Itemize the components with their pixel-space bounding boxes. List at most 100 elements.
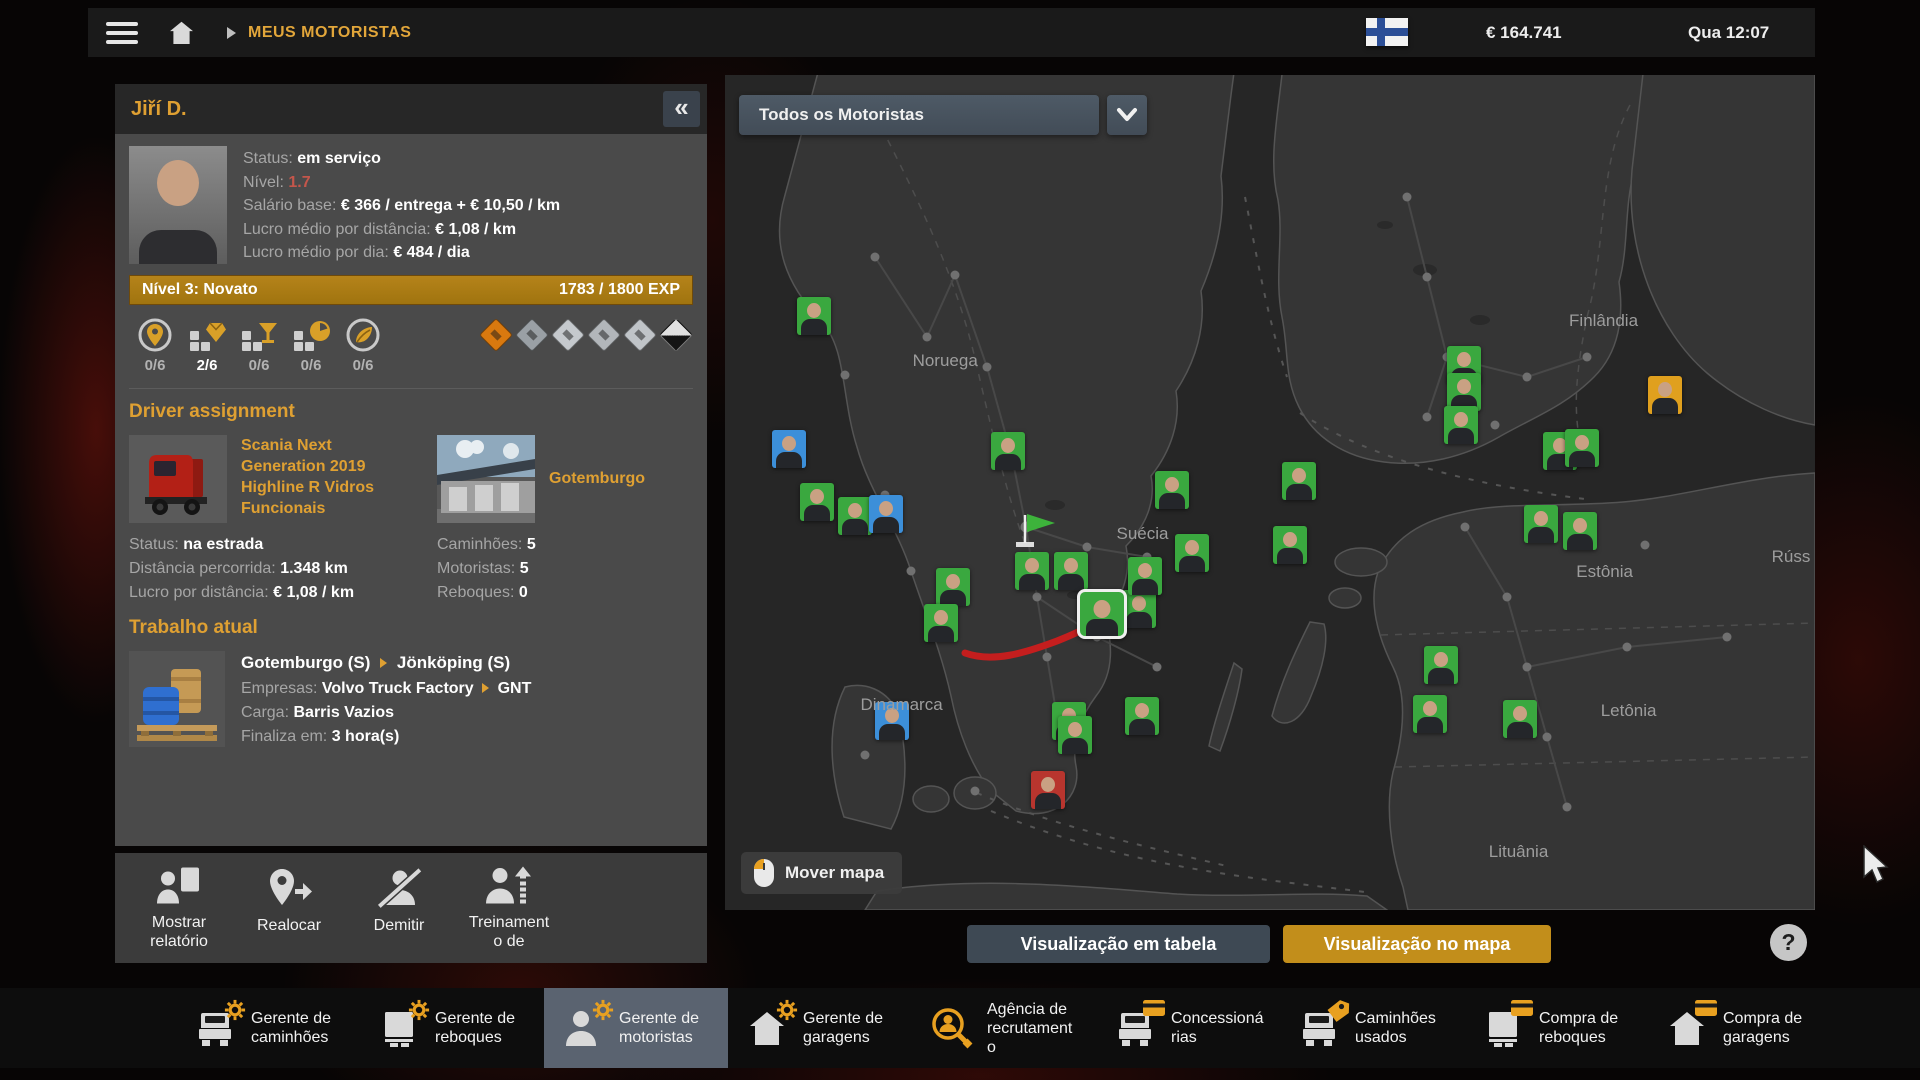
nav-recruitment-agency[interactable]: Agência de recrutamento xyxy=(912,988,1096,1068)
urgent-delivery-icon xyxy=(291,315,331,355)
driver-marker-green[interactable] xyxy=(991,432,1025,470)
divider xyxy=(129,388,693,389)
dismiss-button[interactable]: Demitir xyxy=(349,865,449,951)
driver-marker-green[interactable] xyxy=(838,497,872,535)
driver-marker-green[interactable] xyxy=(924,604,958,642)
recruitment-search-icon xyxy=(927,1004,975,1052)
nav-used-trucks[interactable]: Caminhões usados xyxy=(1280,988,1464,1068)
driver-marker-green[interactable] xyxy=(1155,471,1189,509)
stat-row: Nível: 1.7 xyxy=(243,171,560,195)
route-arrow-icon xyxy=(380,658,387,668)
stat-row: Lucro médio por dia: € 484 / dia xyxy=(243,241,560,265)
adr-oxidizers-icon xyxy=(623,318,657,352)
country-label: Rúss xyxy=(1772,547,1811,567)
driver-marker-green[interactable] xyxy=(1122,590,1156,628)
driver-marker-green[interactable] xyxy=(1563,512,1597,550)
truck-thumbnail[interactable] xyxy=(129,435,227,523)
driver-marker-red[interactable] xyxy=(1031,771,1065,809)
truck-link[interactable]: Scania Next Generation 2019 Highline R V… xyxy=(241,435,393,519)
bottom-nav: Gerente de caminhões Gerente de reboques… xyxy=(0,988,1920,1068)
driver-panel-body: Status: em serviço Nível: 1.7 Salário ba… xyxy=(115,134,707,846)
menu-icon[interactable] xyxy=(106,22,138,44)
adr-flammable-liquids-icon xyxy=(551,318,585,352)
nav-truck-manager[interactable]: Gerente de caminhões xyxy=(176,988,360,1068)
driver-marker-green[interactable] xyxy=(1424,646,1458,684)
driver-marker-green[interactable] xyxy=(1128,557,1162,595)
driver-marker-selected[interactable] xyxy=(1077,589,1127,639)
driver-marker-green[interactable] xyxy=(1015,552,1049,590)
home-icon[interactable] xyxy=(168,19,195,46)
table-view-button[interactable]: Visualização em tabela xyxy=(967,925,1270,963)
driver-marker-green[interactable] xyxy=(1273,526,1307,564)
relocate-button[interactable]: Realocar xyxy=(239,865,339,951)
company-arrow-icon xyxy=(482,683,489,693)
garage-card-icon xyxy=(1663,1004,1711,1052)
adr-explosives-icon xyxy=(479,318,513,352)
level-label: Nível 3: Novato xyxy=(142,281,258,299)
driver-map[interactable]: NoruegaSuéciaFinlândiaEstôniaRússLetônia… xyxy=(725,75,1815,910)
driver-marker-green[interactable] xyxy=(1054,552,1088,590)
driver-marker-green[interactable] xyxy=(1524,505,1558,543)
driver-marker-green[interactable] xyxy=(1503,700,1537,738)
skill-fragile-cargo[interactable]: 0/6 xyxy=(233,315,285,374)
nav-driver-manager[interactable]: Gerente de motoristas xyxy=(544,988,728,1068)
driver-marker-green[interactable] xyxy=(936,568,970,606)
driver-marker-green[interactable] xyxy=(800,483,834,521)
driver-marker-orange[interactable] xyxy=(1648,376,1682,414)
stat-row: Lucro médio por distância: € 1,08 / km xyxy=(243,218,560,242)
report-icon xyxy=(155,865,203,908)
driver-marker-green[interactable] xyxy=(1125,697,1159,735)
driver-filter-dropdown[interactable]: Todos os Motoristas xyxy=(739,95,1099,135)
adr-badges xyxy=(479,315,693,352)
driver-portrait xyxy=(129,146,227,264)
driver-marker-green[interactable] xyxy=(1175,534,1209,572)
skill-urgent-delivery[interactable]: 0/6 xyxy=(285,315,337,374)
driver-gear-icon xyxy=(559,1004,607,1052)
driver-marker-green[interactable] xyxy=(1282,462,1316,500)
mouse-icon xyxy=(753,858,775,888)
driver-marker-green[interactable] xyxy=(1058,716,1092,754)
country-label: Letônia xyxy=(1601,701,1657,721)
training-button[interactable]: Treinamento de xyxy=(459,865,559,951)
cargo-thumbnail xyxy=(129,651,225,747)
breadcrumb-arrow-icon xyxy=(227,27,236,39)
driver-marker-blue[interactable] xyxy=(869,495,903,533)
adr-gases-icon xyxy=(515,318,549,352)
filter-dropdown-button[interactable] xyxy=(1107,95,1147,135)
map-view-button[interactable]: Visualização no mapa xyxy=(1283,925,1551,963)
driver-name: Jiří D. xyxy=(131,98,187,121)
truck-gear-icon xyxy=(191,1004,239,1052)
help-button[interactable]: ? xyxy=(1770,924,1807,961)
nav-truck-dealer[interactable]: Concessionárias xyxy=(1096,988,1280,1068)
driver-marker-blue[interactable] xyxy=(772,430,806,468)
driver-marker-green[interactable] xyxy=(797,297,831,335)
money-balance: € 164.741 xyxy=(1486,23,1562,43)
skill-long-distance[interactable]: 0/6 xyxy=(129,315,181,374)
driver-stats: Status: em serviço Nível: 1.7 Salário ba… xyxy=(243,146,560,265)
nav-trailer-purchase[interactable]: Compra de reboques xyxy=(1464,988,1648,1068)
garage-thumbnail[interactable] xyxy=(437,435,535,523)
driver-marker-green[interactable] xyxy=(1565,429,1599,467)
relocate-icon xyxy=(265,865,313,911)
nav-garage-purchase[interactable]: Compra de garagens xyxy=(1648,988,1832,1068)
garage-link[interactable]: Gotemburgo xyxy=(549,470,645,488)
driver-marker-green[interactable] xyxy=(1444,406,1478,444)
nav-trailer-manager[interactable]: Gerente de reboques xyxy=(360,988,544,1068)
chevron-down-icon xyxy=(1115,105,1139,125)
adr-flammable-solids-icon xyxy=(587,318,621,352)
skill-high-value-cargo[interactable]: 2/6 xyxy=(181,315,233,374)
top-bar: MEUS MOTORISTAS € 164.741 Qua 12:07 xyxy=(88,8,1815,57)
collapse-panel-button[interactable]: « xyxy=(663,91,700,127)
skill-ecodriving[interactable]: 0/6 xyxy=(337,315,389,374)
driver-marker-green[interactable] xyxy=(1413,695,1447,733)
move-map-hint[interactable]: Mover mapa xyxy=(741,852,902,894)
training-icon xyxy=(485,865,533,908)
current-job-heading: Trabalho atual xyxy=(129,617,693,639)
finland-flag-icon xyxy=(1366,18,1408,46)
fragile-cargo-icon xyxy=(239,315,279,355)
adr-corrosives-icon xyxy=(659,318,693,352)
country-label: Suécia xyxy=(1116,524,1168,544)
show-report-button[interactable]: Mostrar relatório xyxy=(129,865,229,951)
job-details: Empresas: Volvo Truck Factory GNT Carga:… xyxy=(241,677,531,749)
nav-garage-manager[interactable]: Gerente de garagens xyxy=(728,988,912,1068)
